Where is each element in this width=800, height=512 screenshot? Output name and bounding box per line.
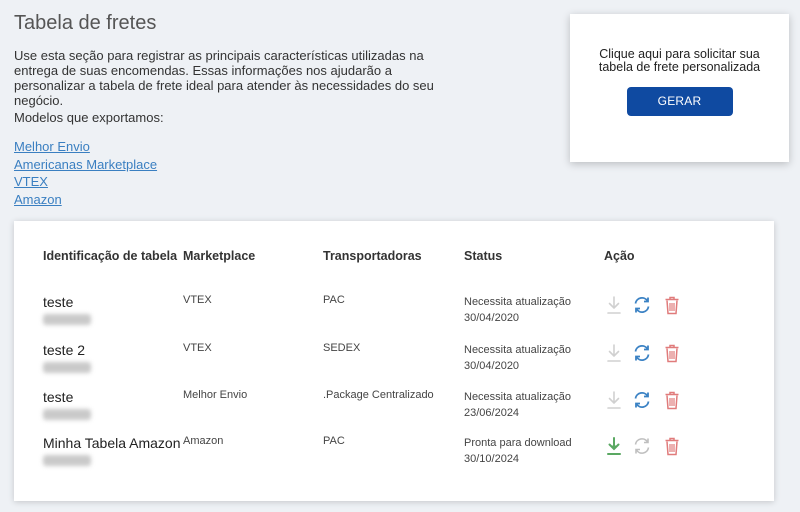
marketplace-cell: VTEX [183, 294, 212, 306]
promo-card: Clique aqui para solicitar sua tabela de… [570, 14, 789, 162]
refresh-icon[interactable] [632, 435, 652, 457]
status-cell: Necessita atualização 23/06/2024 [464, 389, 571, 421]
table-row: teste 2 VTEX SEDEX Necessita atualização… [14, 342, 774, 388]
status-text: Necessita atualização [464, 296, 572, 308]
header-carriers: Transportadoras [323, 249, 422, 263]
generate-table-button[interactable]: GERAR TABELA [626, 87, 733, 137]
redacted-text [43, 314, 91, 325]
status-date: 30/04/2020 [464, 360, 520, 372]
status-date: 23/06/2024 [464, 407, 520, 419]
status-cell: Pronta para download 30/10/2024 [464, 435, 572, 467]
table-row: teste Melhor Envio .Package Centralizado… [14, 389, 774, 435]
trash-icon[interactable] [662, 342, 682, 364]
intro-text: Use esta seção para registrar as princip… [14, 48, 434, 108]
status-cell: Necessita atualização 30/04/2020 [464, 294, 571, 326]
model-link-americanas[interactable]: Americanas Marketplace [14, 156, 157, 174]
trash-icon[interactable] [662, 435, 682, 457]
status-cell: Necessita atualização 30/04/2020 [464, 342, 571, 374]
download-icon[interactable] [604, 294, 624, 316]
models-label: Modelos que exportamos: [14, 110, 164, 125]
header-status: Status [464, 249, 503, 263]
refresh-icon[interactable] [632, 342, 652, 364]
download-icon[interactable] [604, 389, 624, 411]
carrier-cell: PAC [323, 294, 345, 306]
carrier-cell: SEDEX [323, 342, 361, 354]
freight-table: Identificação de tabela Marketplace Tran… [14, 221, 774, 501]
table-row: Minha Tabela Amazon Amazon PAC Pronta pa… [14, 435, 774, 481]
redacted-text [43, 455, 91, 466]
marketplace-cell: VTEX [183, 342, 212, 354]
status-text: Necessita atualização [464, 344, 572, 356]
table-name: teste [43, 389, 74, 405]
trash-icon[interactable] [662, 294, 682, 316]
table-name: teste [43, 294, 74, 310]
trash-icon[interactable] [662, 389, 682, 411]
marketplace-cell: Melhor Envio [183, 389, 248, 401]
model-link-vtex[interactable]: VTEX [14, 173, 157, 191]
carrier-cell: .Package Centralizado [323, 389, 434, 401]
redacted-text [43, 362, 91, 373]
header-marketplace: Marketplace [183, 249, 256, 263]
table-row: teste VTEX PAC Necessita atualização 30/… [14, 294, 774, 340]
download-icon[interactable] [604, 342, 624, 364]
download-icon[interactable] [604, 435, 624, 457]
status-date: 30/10/2024 [464, 453, 520, 465]
redacted-text [43, 409, 91, 420]
model-links: Melhor Envio Americanas Marketplace VTEX… [14, 138, 157, 208]
table-name: Minha Tabela Amazon [43, 435, 181, 451]
status-text: Pronta para download [464, 437, 572, 449]
header-action: Ação [604, 249, 635, 263]
refresh-icon[interactable] [632, 294, 652, 316]
model-link-melhor-envio[interactable]: Melhor Envio [14, 138, 157, 156]
status-text: Necessita atualização [464, 391, 572, 403]
refresh-icon[interactable] [632, 389, 652, 411]
carrier-cell: PAC [323, 435, 345, 447]
promo-text: Clique aqui para solicitar sua tabela de… [598, 47, 761, 74]
header-id: Identificação de tabela [43, 249, 178, 263]
status-date: 30/04/2020 [464, 312, 520, 324]
model-link-amazon[interactable]: Amazon [14, 191, 157, 209]
marketplace-cell: Amazon [183, 435, 224, 447]
page-title: Tabela de fretes [14, 12, 157, 34]
table-name: teste 2 [43, 342, 86, 358]
